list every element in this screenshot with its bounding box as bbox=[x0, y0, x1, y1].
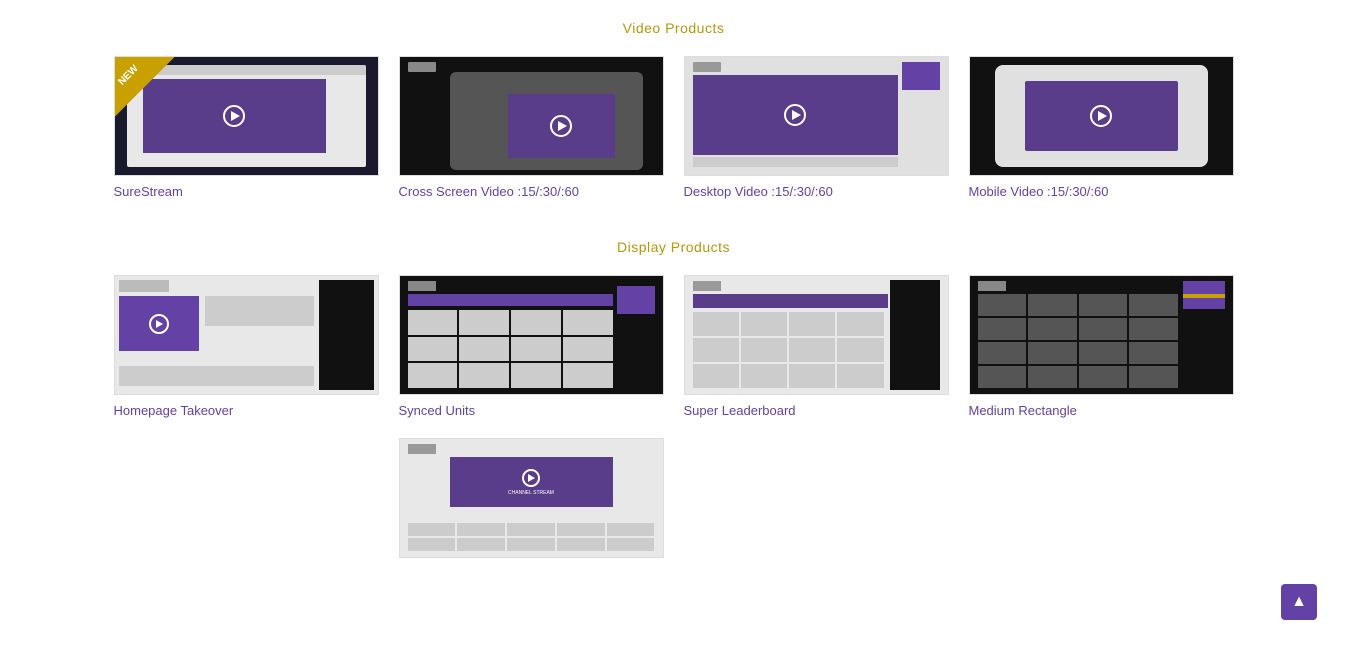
ds-side-purple bbox=[902, 62, 940, 90]
ch-play-arrow bbox=[528, 474, 535, 482]
ht-logo bbox=[119, 280, 169, 292]
thumb-cross bbox=[399, 56, 664, 176]
ss-video bbox=[143, 79, 326, 153]
cs-phone bbox=[450, 72, 643, 170]
product-homepage-takeover[interactable]: Homepage Takeover bbox=[114, 275, 379, 418]
thumb-surestream: NEW bbox=[114, 56, 379, 176]
scroll-top-button[interactable]: ▲ bbox=[1281, 584, 1317, 620]
ht-main-video bbox=[119, 296, 199, 351]
product-desktop-video[interactable]: Desktop Video :15/:30/:60 bbox=[684, 56, 949, 199]
ch-video: CHANNEL STREAM bbox=[450, 457, 613, 507]
synced-units-label: Synced Units bbox=[399, 403, 664, 418]
thumb-superleader bbox=[684, 275, 949, 395]
ss-browser bbox=[127, 65, 366, 167]
cs-screen bbox=[508, 94, 615, 158]
super-leaderboard-label: Super Leaderboard bbox=[684, 403, 949, 418]
twitch-logo bbox=[978, 281, 1006, 291]
thumb-synced bbox=[399, 275, 664, 395]
play-btn-inner bbox=[149, 314, 169, 334]
empty-col-2 bbox=[684, 438, 949, 566]
product-synced-units[interactable]: Synced Units bbox=[399, 275, 664, 418]
su-purple-bar bbox=[408, 294, 613, 306]
thumb-homepage bbox=[114, 275, 379, 395]
twitch-logo bbox=[408, 62, 436, 72]
thumb-channel: CHANNEL STREAM bbox=[399, 438, 664, 558]
mv-screen bbox=[1025, 81, 1178, 151]
desktop-video-label: Desktop Video :15/:30/:60 bbox=[684, 184, 949, 199]
twitch-logo bbox=[408, 281, 436, 291]
surestream-label: SureStream bbox=[114, 184, 379, 199]
display-section-title: Display Products bbox=[114, 239, 1234, 255]
product-cross-screen[interactable]: Cross Screen Video :15/:30/:60 bbox=[399, 56, 664, 199]
ht-right-blocks bbox=[205, 296, 314, 326]
product-mobile-video[interactable]: Mobile Video :15/:30/:60 bbox=[969, 56, 1234, 199]
product-medium-rectangle[interactable]: Medium Rectangle bbox=[969, 275, 1234, 418]
ch-label: CHANNEL STREAM bbox=[508, 490, 554, 496]
video-product-grid: NEW SureStream Cross Scre bbox=[114, 56, 1234, 199]
cross-screen-label: Cross Screen Video :15/:30/:60 bbox=[399, 184, 664, 199]
empty-col-1 bbox=[114, 438, 379, 566]
su-grid bbox=[408, 310, 613, 388]
product-channel-stream[interactable]: CHANNEL STREAM bbox=[399, 438, 664, 566]
page-container: Video Products NEW SureStream bbox=[74, 0, 1274, 606]
sl-bar bbox=[693, 294, 888, 308]
homepage-takeover-label: Homepage Takeover bbox=[114, 403, 379, 418]
mr-yellow-bar bbox=[1183, 294, 1225, 298]
play-button bbox=[223, 105, 245, 127]
su-purple-box bbox=[617, 286, 655, 314]
thumb-mobile bbox=[969, 56, 1234, 176]
sl-grid bbox=[693, 312, 884, 388]
ds-bottom-bar bbox=[693, 157, 898, 167]
ds-main-video bbox=[693, 75, 898, 155]
play-arrow bbox=[156, 320, 163, 328]
twitch-logo bbox=[693, 62, 721, 72]
display-bottom-row: CHANNEL STREAM bbox=[114, 438, 1234, 566]
twitch-logo bbox=[408, 444, 436, 454]
product-surestream[interactable]: NEW SureStream bbox=[114, 56, 379, 199]
display-product-grid: Homepage Takeover bbox=[114, 275, 1234, 418]
ht-bottom-blocks bbox=[119, 366, 314, 386]
thumb-desktop bbox=[684, 56, 949, 176]
thumb-medrect bbox=[969, 275, 1234, 395]
ch-grid bbox=[408, 523, 655, 551]
ch-play-area: CHANNEL STREAM bbox=[508, 469, 554, 496]
play-button bbox=[784, 104, 806, 126]
video-section-title: Video Products bbox=[114, 20, 1234, 36]
ht-sidebar bbox=[319, 280, 374, 390]
sl-sidebar bbox=[890, 280, 940, 390]
ch-play-btn bbox=[522, 469, 540, 487]
play-button bbox=[550, 115, 572, 137]
empty-col-3 bbox=[969, 438, 1234, 566]
mobile-video-label: Mobile Video :15/:30/:60 bbox=[969, 184, 1234, 199]
play-button bbox=[1090, 105, 1112, 127]
mv-phone bbox=[995, 65, 1208, 167]
product-super-leaderboard[interactable]: Super Leaderboard bbox=[684, 275, 949, 418]
medium-rectangle-label: Medium Rectangle bbox=[969, 403, 1234, 418]
twitch-logo bbox=[693, 281, 721, 291]
mr-grid bbox=[978, 294, 1178, 388]
